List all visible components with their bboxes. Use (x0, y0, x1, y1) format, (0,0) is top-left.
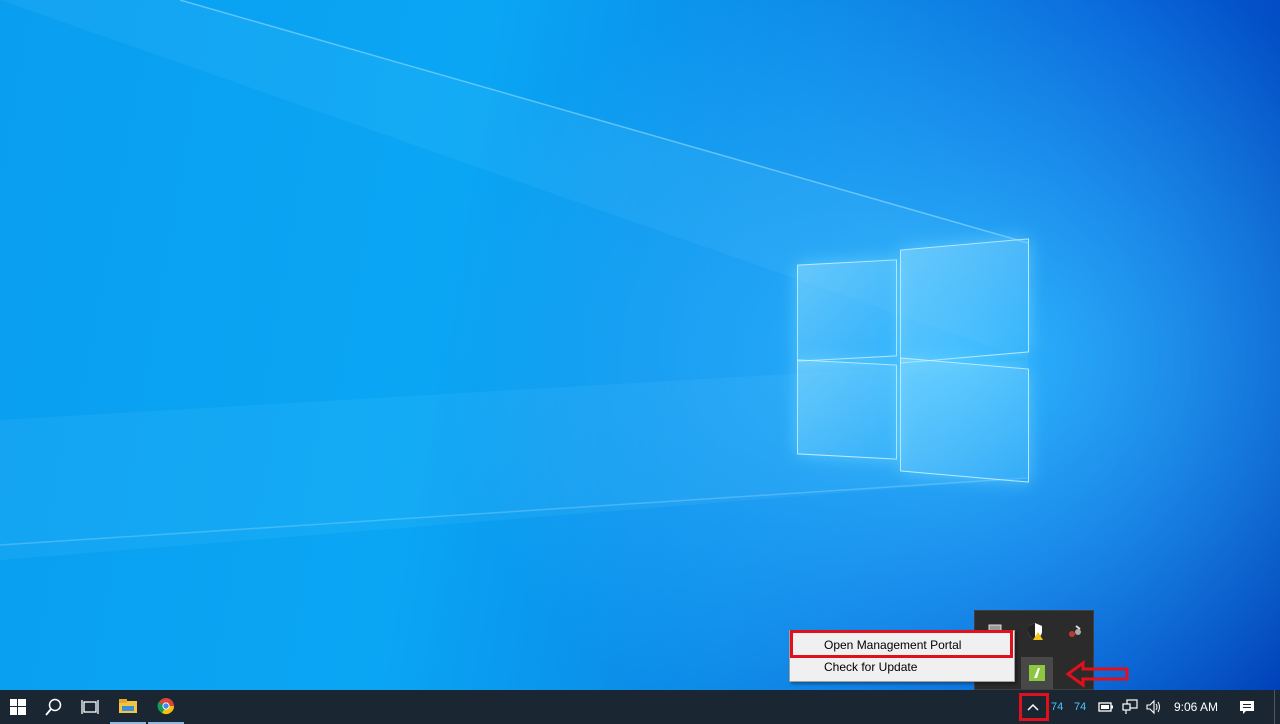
logo-pane-bottom-left (797, 359, 897, 460)
annotation-highlight-open-portal (790, 630, 1013, 658)
agent-app-tray-icon[interactable] (1021, 657, 1053, 689)
battery-icon[interactable] (1095, 690, 1117, 724)
logo-pane-bottom-right (900, 357, 1029, 483)
taskbar: 74 74 9:06 AM (0, 690, 1280, 724)
annotation-arrow-icon (1065, 660, 1129, 688)
windows-start-icon[interactable] (0, 690, 36, 724)
menu-item-check-for-update[interactable]: Check for Update (790, 656, 1014, 678)
search-icon[interactable] (36, 690, 72, 724)
security-shield-warning-icon[interactable] (1023, 619, 1047, 643)
task-view-icon[interactable] (72, 690, 108, 724)
network-icon[interactable] (1119, 690, 1141, 724)
annotation-highlight-chevron (1019, 693, 1049, 721)
bluetooth-devices-icon[interactable] (1063, 619, 1087, 643)
gpu-temperature-indicator[interactable]: 74 (1074, 690, 1086, 724)
logo-pane-top-right (900, 238, 1029, 364)
show-desktop-button[interactable] (1274, 690, 1280, 724)
logo-pane-top-left (797, 259, 897, 362)
wallpaper-light-beams (0, 0, 1029, 560)
desktop-wallpaper (0, 0, 1280, 690)
action-center-notification-icon[interactable] (1230, 690, 1264, 724)
system-clock[interactable]: 9:06 AM (1174, 690, 1218, 724)
volume-icon[interactable] (1143, 690, 1165, 724)
cpu-temperature-indicator[interactable]: 74 (1051, 690, 1063, 724)
file-explorer-icon[interactable] (110, 690, 146, 724)
chrome-icon[interactable] (148, 690, 184, 724)
